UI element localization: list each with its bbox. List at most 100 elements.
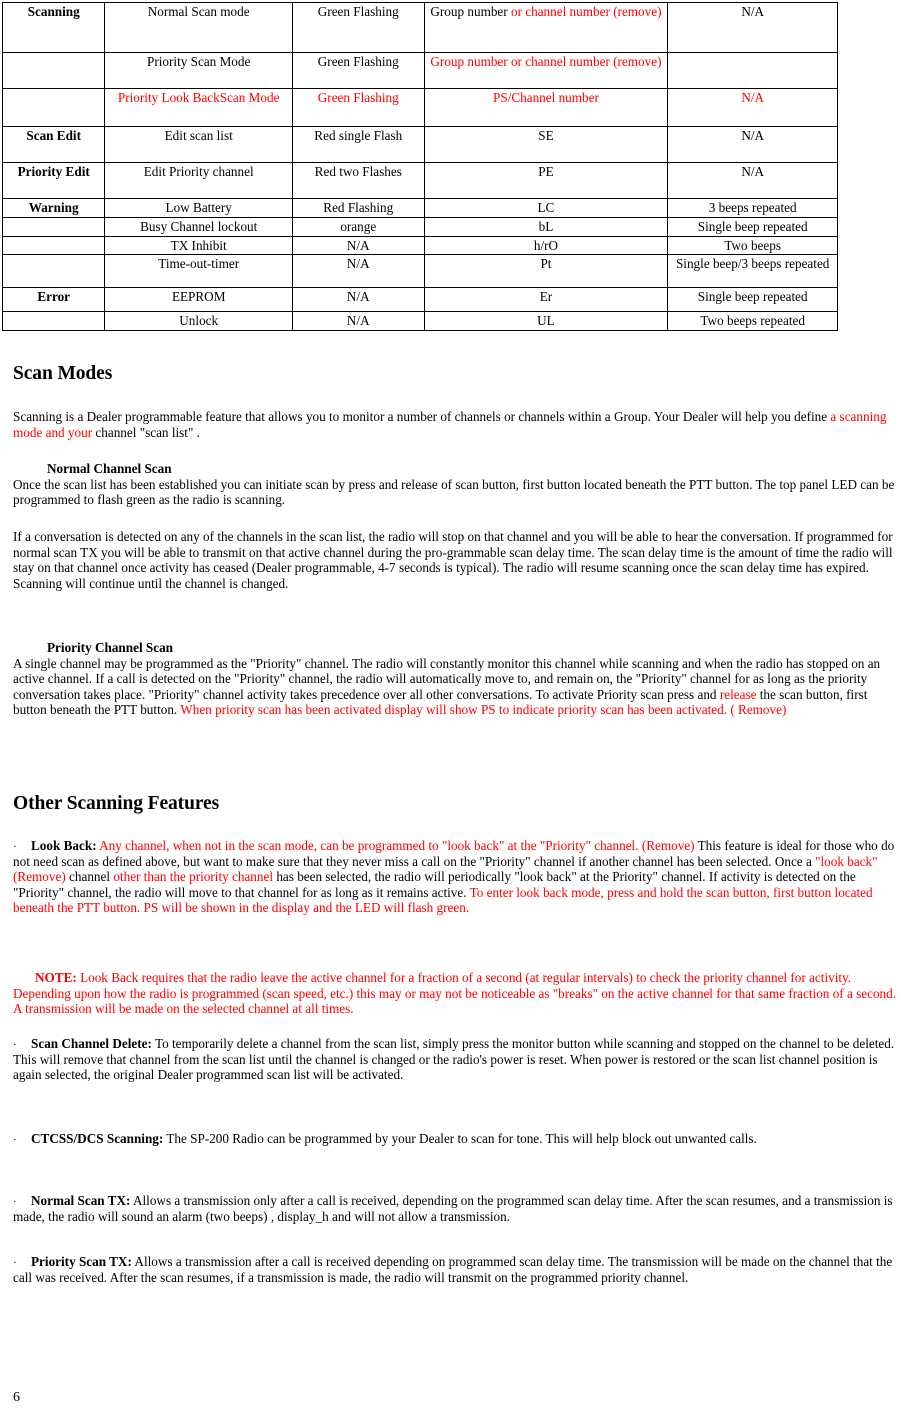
cell-description: Edit scan list (104, 126, 294, 163)
priority-scan-highlight-remove: When priority scan has been activated di… (180, 702, 787, 717)
scan-modes-intro-part1: Scanning is a Dealer programmable featur… (13, 409, 831, 424)
scan-modes-intro: Scanning is a Dealer programmable featur… (13, 409, 898, 440)
cell-tone: 3 beeps repeated (667, 198, 838, 218)
normal-channel-scan-paragraph-2: If a conversation is detected on any of … (13, 529, 893, 591)
page-title-other-scanning-features: Other Scanning Features (13, 793, 220, 814)
cell-description: Normal Scan mode (104, 2, 294, 53)
table-row: Priority Scan Mode Green Flashing Group nu… (1, 52, 838, 89)
list-item-text-segment: Allows a transmission after a call is re… (13, 1254, 893, 1285)
cell-mode (1, 88, 106, 127)
cell-display-black: Er (539, 289, 553, 304)
cell-display: LC (423, 198, 669, 218)
list-item-look-back: · Look Back: Any channel, when not in the… (13, 838, 898, 916)
list-item-text-segment: channel (65, 869, 114, 885)
priority-scan-highlight-release: release (719, 686, 757, 702)
cell-mode: Scanning (1, 2, 106, 53)
priority-channel-scan-block: Priority Channel Scan A single channel m… (13, 640, 898, 718)
cell-display: UL (423, 311, 669, 331)
list-item-text-segment: The SP-200 Radio can be programmed by yo… (163, 1131, 757, 1146)
cell-description: Unlock (104, 311, 294, 331)
cell-display-red: or channel number (remove) (510, 4, 662, 19)
cell-display-black: h/rO (533, 238, 559, 253)
cell-led: N/A (292, 236, 425, 255)
list-item-normal-scan-tx: · Normal Scan TX: Allows a transmission o… (13, 1193, 911, 1224)
normal-channel-scan-paragraph-1: Once the scan list has been established … (13, 476, 895, 508)
cell-display: h/rO (423, 236, 669, 255)
cell-mode (1, 236, 106, 255)
status-table-body: Scanning Normal Scan mode Green Flashing Gr… (1, 2, 838, 331)
cell-mode: Error (1, 287, 106, 312)
cell-display-black: Pt (540, 256, 552, 271)
page-title-scan-modes: Scan Modes (13, 363, 113, 384)
cell-display: PE (423, 162, 669, 199)
cell-display-black: Group number (430, 4, 511, 19)
cell-led: N/A (292, 254, 425, 288)
table-row: Scan Edit Edit scan list Red single Flash S… (1, 126, 838, 163)
cell-mode: Priority Edit (1, 162, 106, 199)
list-item-text-segment: other than the priority channel (113, 869, 274, 885)
cell-description: Priority Look BackScan Mode (104, 88, 294, 127)
cell-display-black: UL (537, 313, 555, 328)
note-label: NOTE: (35, 970, 77, 985)
cell-tone: Two beeps repeated (667, 311, 838, 331)
cell-display: SE (423, 126, 669, 163)
list-item-label: Look Back: (31, 838, 97, 853)
cell-led: N/A (292, 311, 425, 331)
table-row: Scanning Normal Scan mode Green Flashing Gr… (1, 2, 838, 53)
cell-led: Red single Flash (292, 126, 425, 163)
radio-status-table: Scanning Normal Scan mode Green Flashing Gr… (1, 2, 838, 331)
bullet-marker-icon: · (13, 1257, 17, 1269)
cell-tone: Single beep/3 beeps repeated (667, 254, 838, 288)
scan-modes-intro-part2: channel "scan list" . (92, 424, 200, 440)
cell-display: PS/Channel number (423, 88, 669, 127)
cell-mode (1, 217, 106, 237)
list-item-label: Priority Scan TX: (31, 1254, 132, 1269)
cell-tone: Single beep repeated (667, 287, 838, 312)
table-row: TX Inhibit N/A h/rO Two beeps (1, 236, 838, 255)
list-item-scan-channel-delete: · Scan Channel Delete: To temporarily del… (13, 1036, 898, 1083)
cell-tone: N/A (667, 88, 838, 127)
table-row: Priority Edit Edit Priority channel Red tw… (1, 162, 838, 199)
table-row: Warning Low Battery Red Flashing LC 3 beeps … (1, 198, 838, 218)
cell-description: EEPROM (104, 287, 294, 312)
cell-display: Er (423, 287, 669, 312)
cell-display: Group number or channel number (remove) (423, 52, 669, 89)
cell-led: Green Flashing (292, 52, 425, 89)
table-row: Time-out-timer N/A Pt Single beep/3 beeps r… (1, 254, 838, 288)
table-row: Unlock N/A UL Two beeps repeated (1, 311, 838, 331)
table-row: Error EEPROM N/A Er Single beep repeated (1, 287, 838, 312)
bullet-marker-icon: · (13, 1134, 17, 1146)
cell-mode (1, 311, 106, 331)
cell-display-red: Group number or channel number (remove) (430, 54, 662, 69)
list-item-priority-scan-tx: · Priority Scan TX: Allows a transmission… (13, 1254, 911, 1285)
note-look-back: NOTE: Look Back requires that the radio … (13, 970, 898, 1017)
subheading-priority-channel-scan: Priority Channel Scan (47, 640, 174, 655)
cell-tone: N/A (667, 162, 838, 199)
subheading-normal-channel-scan: Normal Channel Scan (47, 461, 172, 476)
cell-led: Red Flashing (292, 198, 425, 218)
cell-tone: N/A (667, 2, 838, 53)
cell-tone: Single beep repeated (667, 217, 838, 237)
cell-tone: Two beeps (667, 236, 838, 255)
cell-display: Pt (423, 254, 669, 288)
list-item-text-segment: Any channel, when not in the scan mode, … (96, 838, 695, 853)
document-page: Scanning Normal Scan mode Green Flashing Gr… (0, 0, 911, 1419)
cell-led: Red two Flashes (292, 162, 425, 199)
cell-display: bL (423, 217, 669, 237)
cell-description: Time-out-timer (104, 254, 294, 288)
cell-mode (1, 52, 106, 89)
cell-led: orange (292, 217, 425, 237)
cell-mode (1, 254, 106, 288)
cell-display-red: PS/Channel number (493, 90, 599, 105)
cell-led: Green Flashing (292, 88, 425, 127)
page-number: 6 (13, 1390, 20, 1405)
cell-tone: N/A (667, 126, 838, 163)
cell-display: Group number or channel number (remove) (423, 2, 669, 53)
cell-display-black: LC (537, 200, 555, 215)
cell-led: N/A (292, 287, 425, 312)
normal-channel-scan-block: Normal Channel Scan Once the scan list h… (13, 461, 898, 508)
cell-display-black: SE (538, 128, 554, 143)
list-item-label: Normal Scan TX: (31, 1193, 131, 1208)
cell-led: Green Flashing (292, 2, 425, 53)
priority-channel-scan-paragraph: A single channel may be programmed as th… (13, 656, 898, 718)
